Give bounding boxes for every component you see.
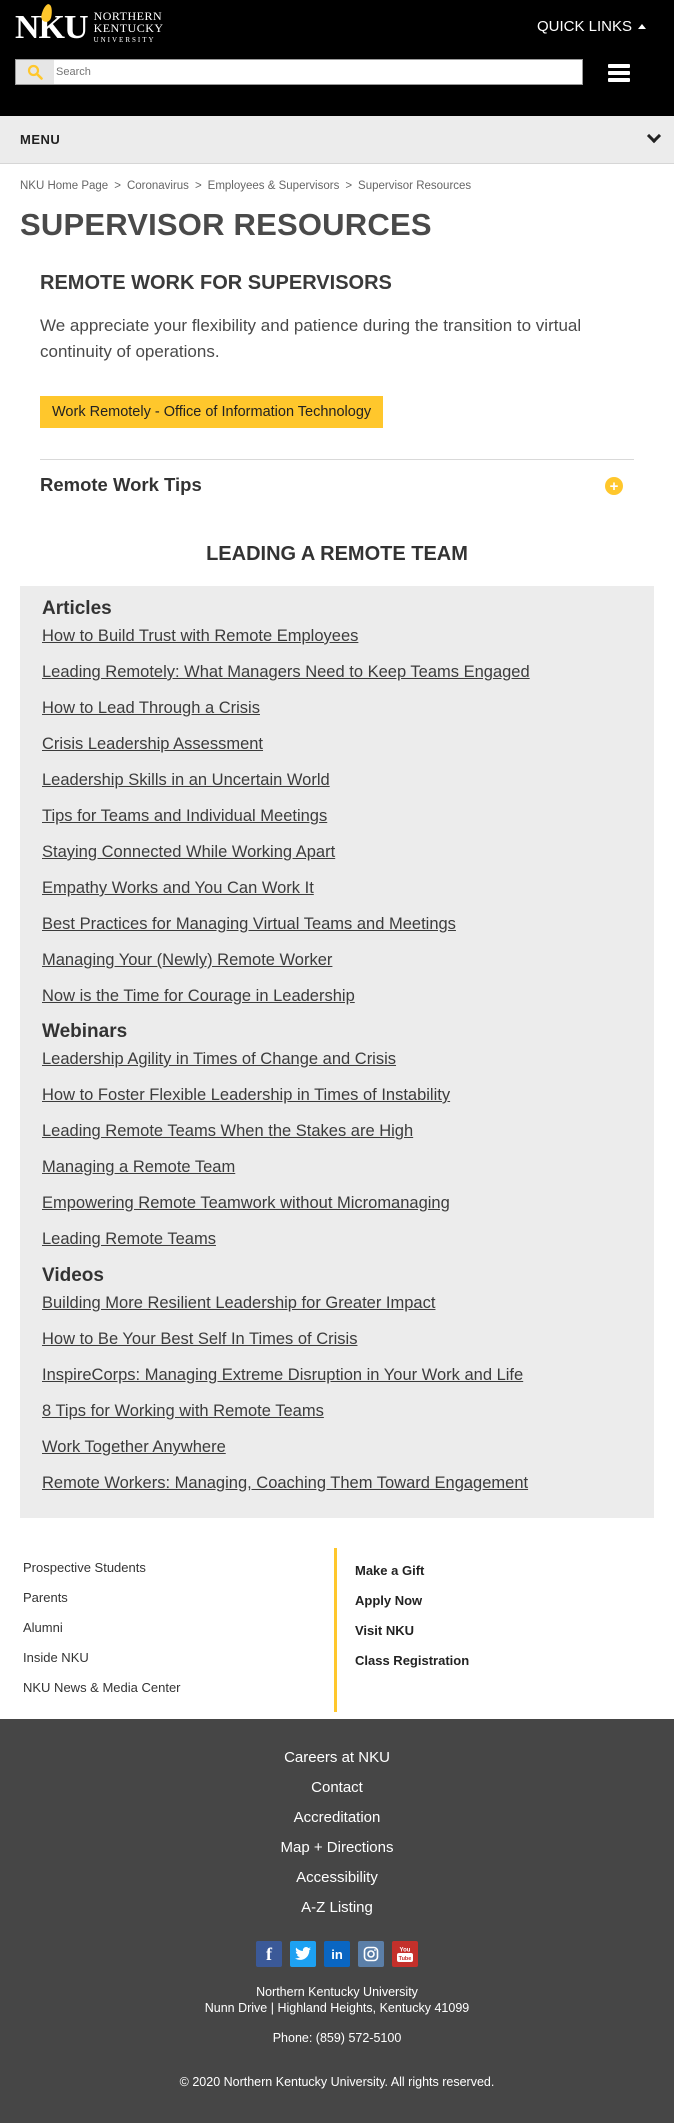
video-link[interactable]: Building More Resilient Leadership for G… (42, 1294, 435, 1313)
video-link[interactable]: Remote Workers: Managing, Coaching Them … (42, 1474, 528, 1493)
webinar-link[interactable]: Leading Remote Teams When the Stakes are… (42, 1122, 413, 1141)
footer-link-prospective-students[interactable]: Prospective Students (23, 1560, 146, 1575)
search-button[interactable] (16, 60, 54, 84)
footer-link-visit-nku[interactable]: Visit NKU (355, 1623, 414, 1638)
article-link[interactable]: How to Lead Through a Crisis (42, 699, 260, 718)
quick-links-toggle[interactable]: QUICK LINKS (537, 18, 646, 35)
article-link[interactable]: Managing Your (Newly) Remote Worker (42, 951, 332, 970)
articles-heading: Articles (42, 598, 112, 619)
video-link[interactable]: How to Be Your Best Self In Times of Cri… (42, 1330, 357, 1349)
webinars-heading: Webinars (42, 1021, 128, 1042)
work-remotely-oit-button[interactable]: Work Remotely - Office of Information Te… (40, 396, 384, 428)
article-link[interactable]: Best Practices for Managing Virtual Team… (42, 915, 456, 934)
footer-link-map-directions[interactable]: Map + Directions (0, 1839, 674, 1856)
video-link[interactable]: Work Together Anywhere (42, 1438, 226, 1457)
twitter-icon[interactable] (290, 1941, 316, 1967)
footer-link-news-media[interactable]: NKU News & Media Center (23, 1680, 181, 1695)
video-link[interactable]: 8 Tips for Working with Remote Teams (42, 1402, 324, 1421)
linkedin-icon[interactable]: in (324, 1941, 350, 1967)
remote-work-tips-accordion[interactable]: Remote Work Tips + (40, 459, 634, 511)
breadcrumb-employees-supervisors[interactable]: Employees & Supervisors (208, 180, 340, 192)
breadcrumb-home[interactable]: NKU Home Page (20, 180, 108, 192)
footer-copyright: © 2020 Northern Kentucky University. All… (179, 2075, 495, 2089)
accordion-title: Remote Work Tips (40, 474, 202, 495)
site-header: NKU NORTHERN KENTUCKY UNIVERSITY QUICK L… (0, 0, 674, 116)
remote-work-heading: REMOTE WORK FOR SUPERVISORS (40, 272, 392, 294)
videos-heading: Videos (42, 1265, 104, 1286)
leading-remote-team-heading: LEADING A REMOTE TEAM (206, 543, 468, 565)
breadcrumb: NKU Home Page > Coronavirus > Employees & Su… (20, 180, 472, 192)
footer-address: Nunn Drive | Highland Heights, Kentucky … (204, 2001, 470, 2015)
social-links: f in You Tube (256, 1941, 418, 1967)
menu-toggle-bar[interactable]: MENU (0, 116, 674, 164)
footer-link-parents[interactable]: Parents (23, 1590, 68, 1605)
webinar-link[interactable]: Leading Remote Teams (42, 1230, 216, 1249)
breadcrumb-coronavirus[interactable]: Coronavirus (127, 180, 189, 192)
hamburger-menu-icon[interactable] (608, 64, 630, 82)
logo-university-name: NORTHERN KENTUCKY UNIVERSITY (94, 10, 164, 46)
footer-link-class-registration[interactable]: Class Registration (355, 1653, 469, 1668)
logo-line-2: KENTUCKY (93, 21, 164, 35)
chevron-down-icon (646, 128, 662, 144)
search-input[interactable] (56, 60, 576, 84)
article-link[interactable]: Now is the Time for Courage in Leadershi… (42, 987, 355, 1006)
site-footer: Careers at NKU Contact Accreditation Map… (0, 1719, 674, 2123)
article-link[interactable]: Crisis Leadership Assessment (42, 735, 263, 754)
menu-label: MENU (20, 132, 61, 147)
instagram-icon[interactable] (358, 1941, 384, 1967)
footer-link-alumni[interactable]: Alumni (23, 1620, 63, 1635)
footer-link-careers[interactable]: Careers at NKU (0, 1749, 674, 1766)
article-link[interactable]: Leading Remotely: What Managers Need to … (42, 663, 530, 682)
webinar-link[interactable]: Leadership Agility in Times of Change an… (42, 1050, 396, 1069)
footer-divider (334, 1548, 337, 1712)
footer-link-make-a-gift[interactable]: Make a Gift (355, 1563, 424, 1578)
facebook-icon[interactable]: f (256, 1941, 282, 1967)
article-link[interactable]: Empathy Works and You Can Work It (42, 879, 314, 898)
webinar-link[interactable]: Managing a Remote Team (42, 1158, 235, 1177)
footer-link-apply-now[interactable]: Apply Now (355, 1593, 422, 1608)
article-link[interactable]: How to Build Trust with Remote Employees (42, 627, 358, 646)
footer-link-inside-nku[interactable]: Inside NKU (23, 1650, 89, 1665)
webinar-link[interactable]: How to Foster Flexible Leadership in Tim… (42, 1086, 450, 1105)
footer-link-accessibility[interactable]: Accessibility (0, 1869, 674, 1886)
intro-text: We appreciate your flexibility and patie… (40, 316, 582, 361)
page-title: SUPERVISOR RESOURCES (20, 207, 432, 242)
plus-circle-icon[interactable]: + (605, 477, 623, 495)
resources-panel: Articles How to Build Trust with Remote … (20, 586, 654, 1518)
breadcrumb-supervisor-resources[interactable]: Supervisor Resources (358, 180, 471, 192)
search-icon (27, 64, 43, 80)
footer-phone: Phone: (859) 572-5100 (272, 2031, 402, 2045)
caret-up-icon (638, 24, 646, 29)
footer-link-accreditation[interactable]: Accreditation (0, 1809, 674, 1826)
footer-link-az-listing[interactable]: A-Z Listing (0, 1899, 674, 1916)
article-link[interactable]: Leadership Skills in an Uncertain World (42, 771, 330, 790)
footer-org-name: Northern Kentucky University (256, 1985, 418, 1999)
nku-logo[interactable]: NKU NORTHERN KENTUCKY UNIVERSITY (15, 3, 164, 48)
svg-text:You: You (400, 1948, 411, 1954)
video-link[interactable]: InspireCorps: Managing Extreme Disruptio… (42, 1366, 523, 1385)
article-link[interactable]: Staying Connected While Working Apart (42, 843, 335, 862)
quick-links-label: QUICK LINKS (536, 18, 632, 35)
logo-line-3: UNIVERSITY (93, 36, 156, 44)
svg-text:Tube: Tube (399, 1956, 412, 1962)
article-link[interactable]: Tips for Teams and Individual Meetings (42, 807, 327, 826)
search-bar (15, 59, 583, 85)
webinar-link[interactable]: Empowering Remote Teamwork without Micro… (42, 1194, 450, 1213)
footer-link-contact[interactable]: Contact (0, 1779, 674, 1796)
youtube-icon[interactable]: You Tube (392, 1941, 418, 1967)
